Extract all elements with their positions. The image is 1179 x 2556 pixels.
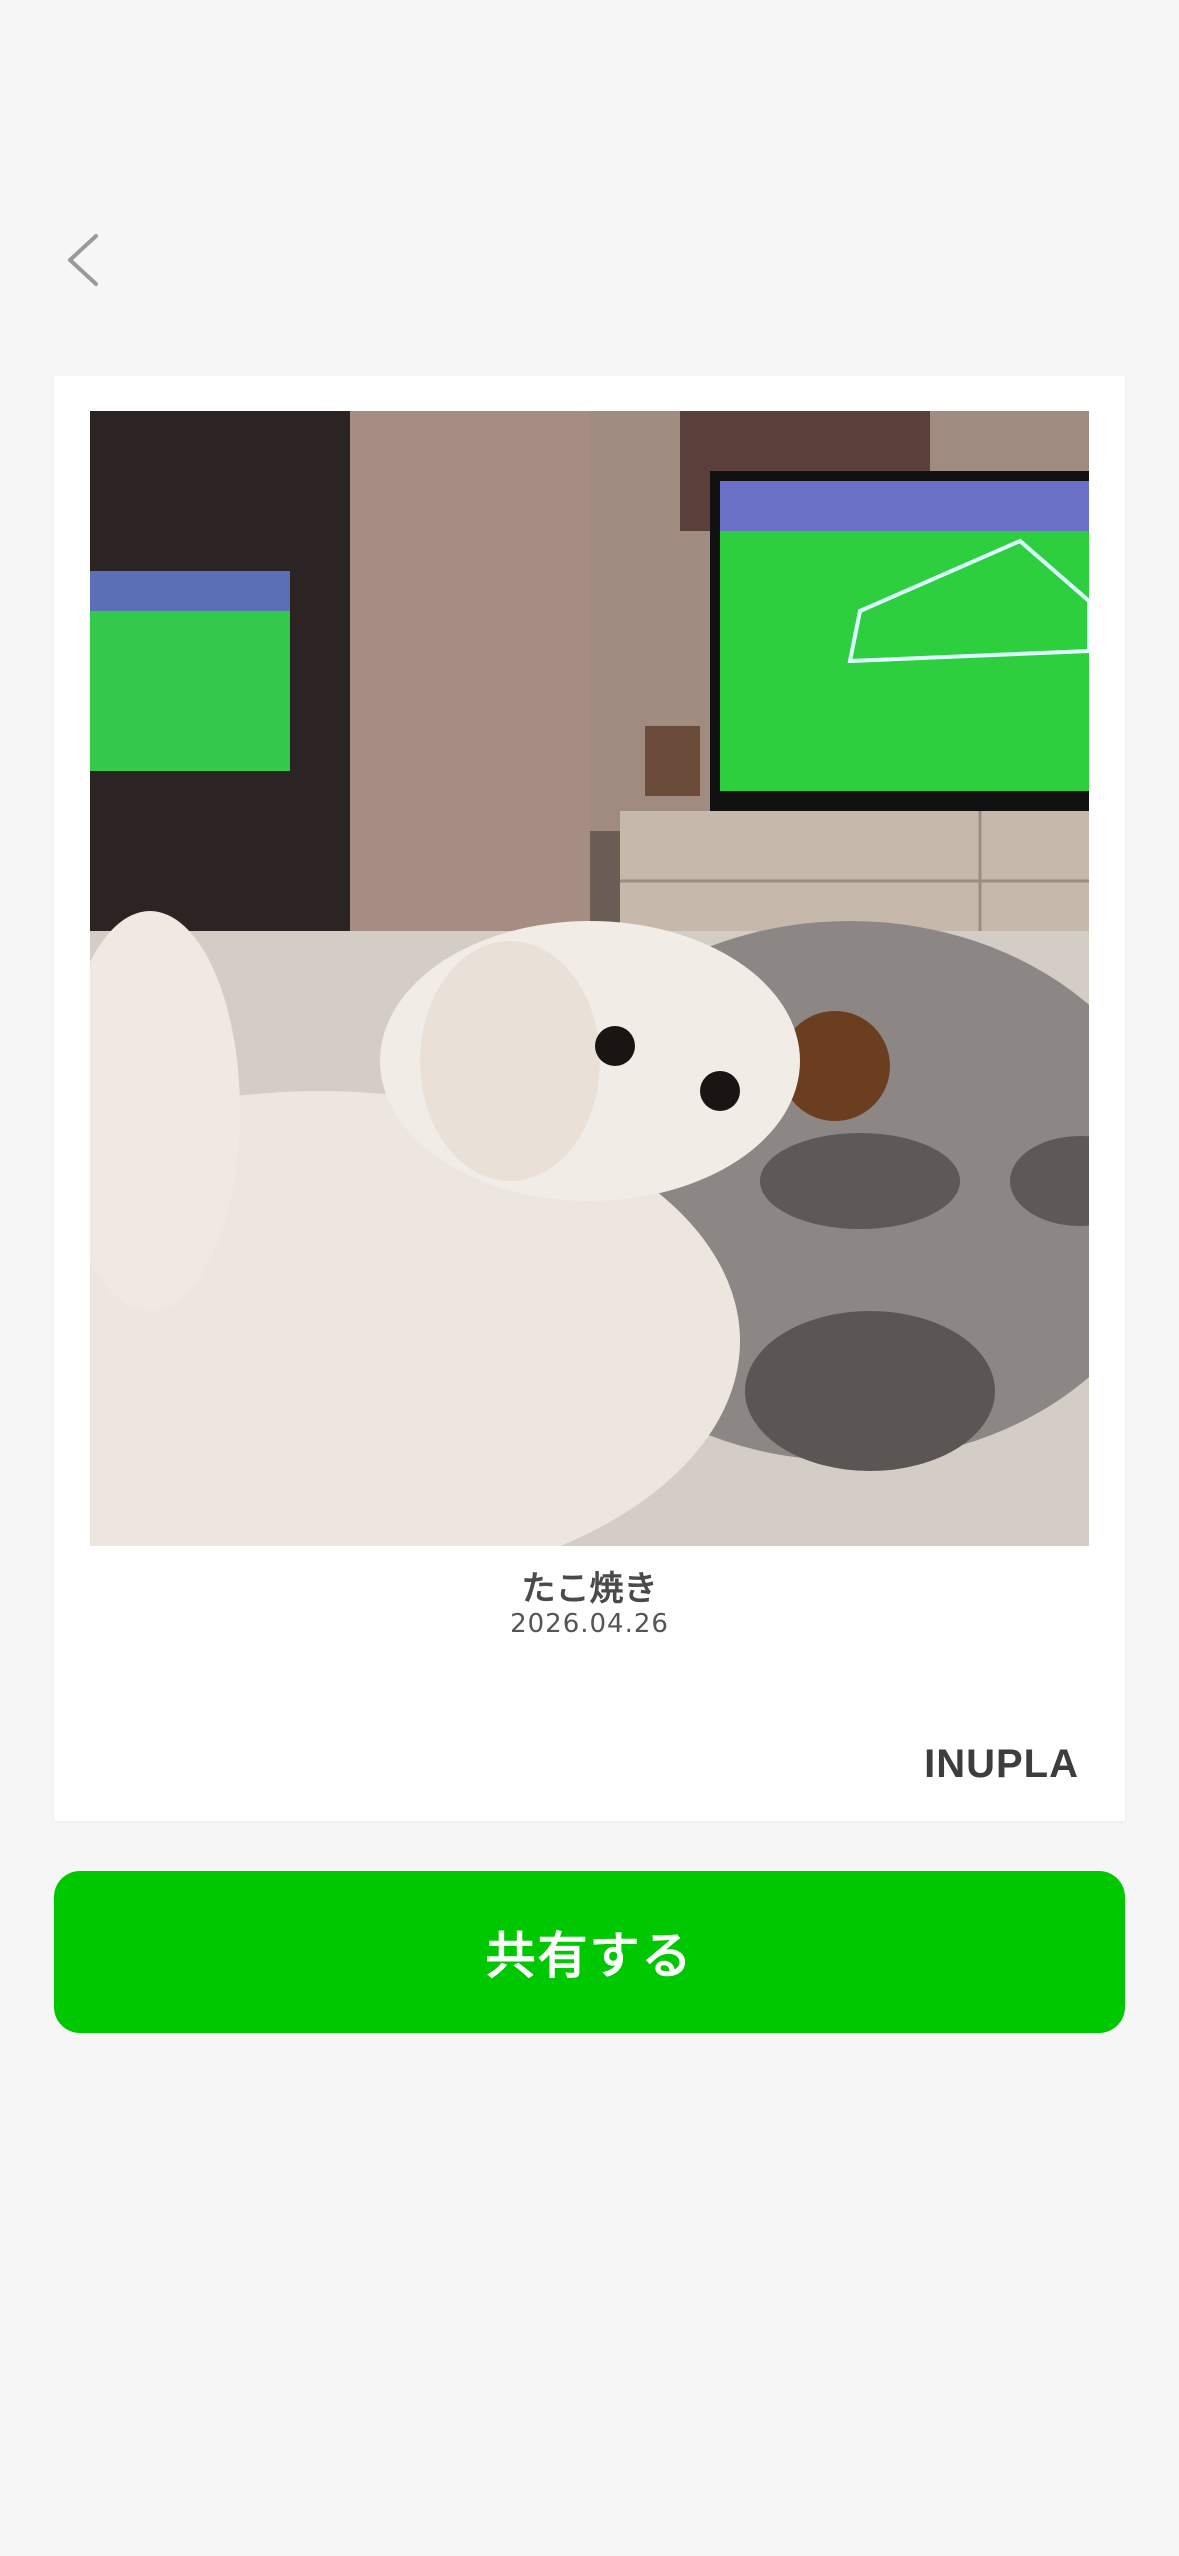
photo-date: 2026.04.26	[510, 1609, 669, 1639]
photo-title: たこ焼き	[521, 1569, 658, 1609]
back-button[interactable]	[58, 230, 108, 290]
photo-card: たこ焼き 2026.04.26 INUPLA	[54, 376, 1125, 1821]
dog-photo	[90, 411, 1089, 1546]
chevron-left-icon	[68, 234, 98, 286]
brand-logo: INUPLA	[924, 1742, 1079, 1786]
share-button[interactable]: 共有する	[54, 1871, 1125, 2033]
